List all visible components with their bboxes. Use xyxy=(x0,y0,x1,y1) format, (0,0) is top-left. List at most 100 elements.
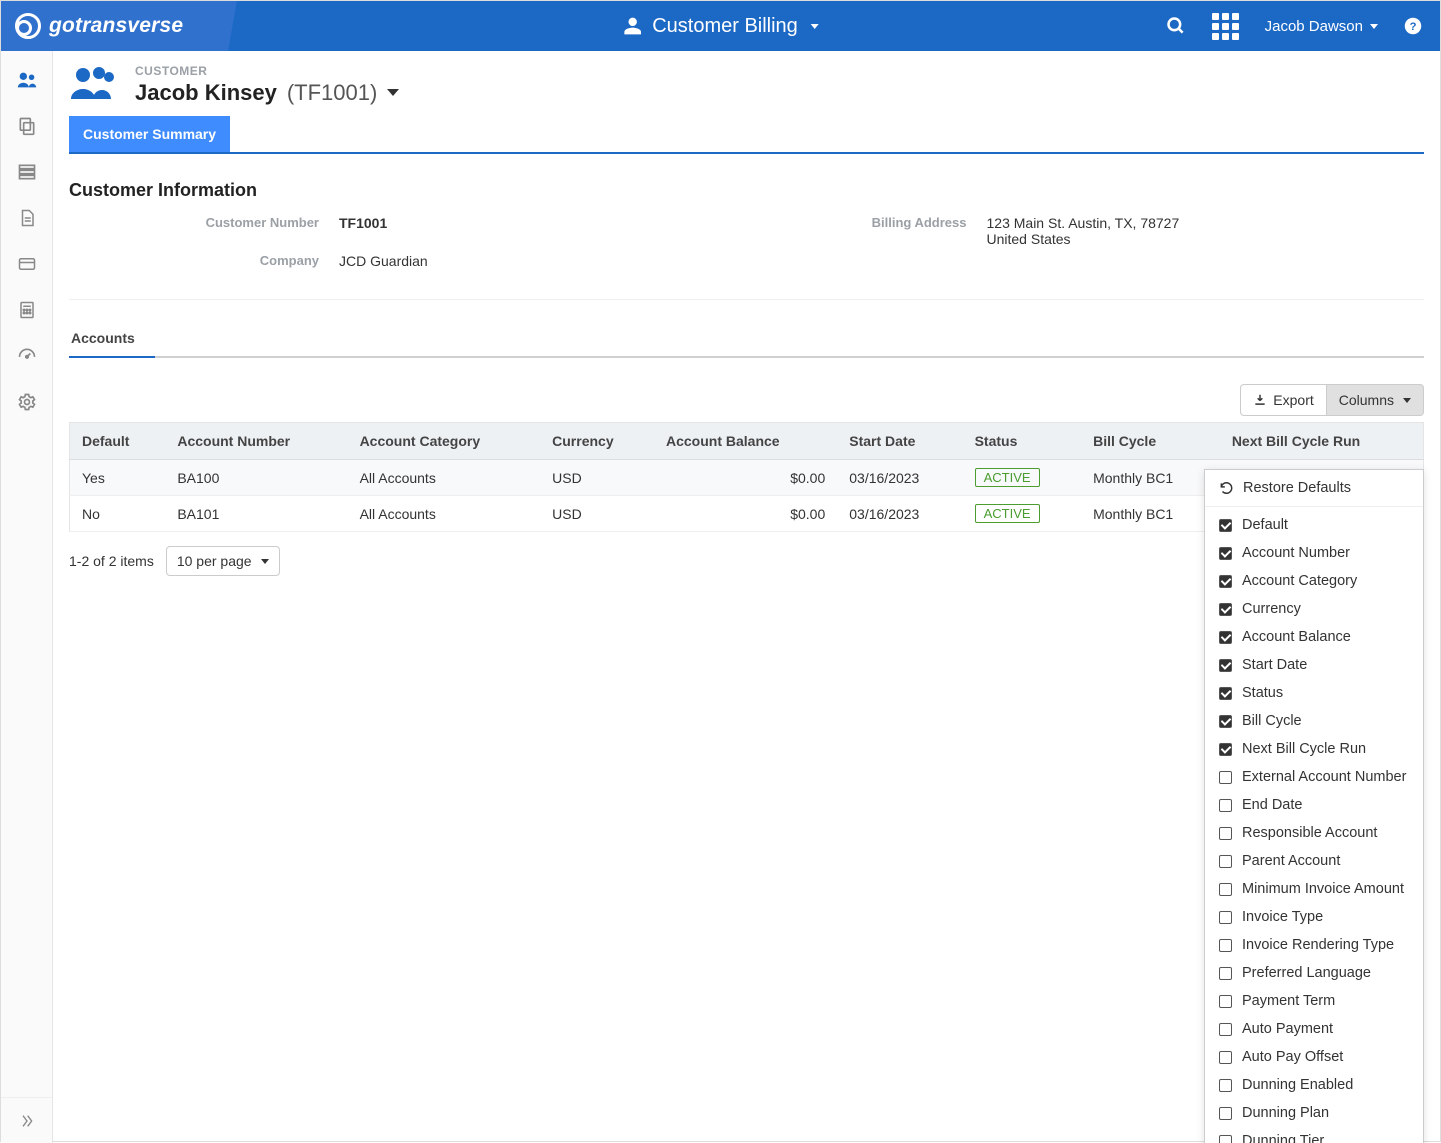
column-toggle[interactable]: Auto Pay Offset xyxy=(1205,1043,1423,1071)
checkbox-unchecked-icon xyxy=(1219,883,1232,896)
checkbox-unchecked-icon xyxy=(1219,1079,1232,1092)
caret-down-icon xyxy=(1403,398,1411,403)
column-toggle-label: Start Date xyxy=(1242,657,1307,673)
column-toggle[interactable]: Account Category xyxy=(1205,567,1423,595)
column-toggle[interactable]: Responsible Account xyxy=(1205,819,1423,847)
status-badge: ACTIVE xyxy=(975,468,1040,487)
main-content: CUSTOMER Jacob Kinsey (TF1001) Customer … xyxy=(53,51,1440,1143)
restore-defaults-label: Restore Defaults xyxy=(1243,480,1351,496)
rail-settings[interactable] xyxy=(1,379,53,425)
cell-account-category: All Accounts xyxy=(348,460,541,496)
column-toggle[interactable]: External Account Number xyxy=(1205,763,1423,791)
column-toggle-label: End Date xyxy=(1242,797,1302,813)
column-toggle[interactable]: Auto Payment xyxy=(1205,1015,1423,1043)
export-label: Export xyxy=(1273,392,1313,408)
column-toggle[interactable]: Account Number xyxy=(1205,539,1423,567)
column-toggle[interactable]: Dunning Tier xyxy=(1205,1127,1423,1143)
rail-document[interactable] xyxy=(1,195,53,241)
col-status[interactable]: Status xyxy=(963,423,1082,460)
user-name: Jacob Dawson xyxy=(1265,18,1363,35)
checkbox-checked-icon xyxy=(1219,687,1232,700)
col-bill-cycle[interactable]: Bill Cycle xyxy=(1081,423,1220,460)
column-toggle[interactable]: Dunning Enabled xyxy=(1205,1071,1423,1099)
left-rail xyxy=(1,51,53,1143)
label-customer-number: Customer Number xyxy=(99,215,339,253)
column-toggle[interactable]: Parent Account xyxy=(1205,847,1423,875)
column-toggle[interactable]: Invoice Type xyxy=(1205,903,1423,931)
cell-account-number: BA100 xyxy=(165,460,347,496)
column-toggle[interactable]: Start Date xyxy=(1205,651,1423,679)
context-menu[interactable]: Customer Billing xyxy=(622,15,819,38)
column-toggle[interactable]: Next Bill Cycle Run xyxy=(1205,735,1423,763)
restore-defaults[interactable]: Restore Defaults xyxy=(1205,470,1423,507)
column-toggle[interactable]: Bill Cycle xyxy=(1205,707,1423,735)
caret-down-icon xyxy=(1370,24,1378,29)
user-menu[interactable]: Jacob Dawson xyxy=(1265,18,1378,35)
rail-customers[interactable] xyxy=(1,57,53,103)
rail-dashboard[interactable] xyxy=(1,333,53,379)
checkbox-checked-icon xyxy=(1219,575,1232,588)
column-toggle[interactable]: Invoice Rendering Type xyxy=(1205,931,1423,959)
rail-servers[interactable] xyxy=(1,149,53,195)
column-toggle[interactable]: Currency xyxy=(1205,595,1423,623)
caret-down-icon xyxy=(261,559,269,564)
checkbox-unchecked-icon xyxy=(1219,911,1232,924)
checkbox-checked-icon xyxy=(1219,631,1232,644)
value-customer-number: TF1001 xyxy=(339,215,747,253)
cell-bill-cycle: Monthly BC1 xyxy=(1081,496,1220,532)
brand-logo-icon xyxy=(15,13,41,39)
checkbox-unchecked-icon xyxy=(1219,799,1232,812)
checkbox-checked-icon xyxy=(1219,743,1232,756)
page-size-selector[interactable]: 10 per page xyxy=(166,546,280,576)
checkbox-unchecked-icon xyxy=(1219,827,1232,840)
help-button[interactable]: ? xyxy=(1404,17,1422,35)
card-icon xyxy=(16,255,38,273)
col-currency[interactable]: Currency xyxy=(540,423,654,460)
column-toggle[interactable]: Default xyxy=(1205,511,1423,539)
apps-button[interactable] xyxy=(1212,13,1239,40)
column-toggle[interactable]: Minimum Invoice Amount xyxy=(1205,875,1423,903)
table-header-row: Default Account Number Account Category … xyxy=(70,423,1424,460)
column-toggle[interactable]: Account Balance xyxy=(1205,623,1423,651)
columns-button[interactable]: Columns xyxy=(1327,384,1424,416)
customer-name-dropdown[interactable]: Jacob Kinsey (TF1001) xyxy=(135,80,399,106)
column-toggle-label: Account Number xyxy=(1242,545,1350,561)
column-toggle[interactable]: Payment Term xyxy=(1205,987,1423,1015)
checkbox-checked-icon xyxy=(1219,603,1232,616)
checkbox-checked-icon xyxy=(1219,715,1232,728)
customer-info-title: Customer Information xyxy=(69,180,1424,201)
column-toggle-label: Auto Pay Offset xyxy=(1242,1049,1343,1065)
column-toggle[interactable]: Dunning Plan xyxy=(1205,1099,1423,1127)
col-account-balance[interactable]: Account Balance xyxy=(654,423,837,460)
column-toggle[interactable]: Preferred Language xyxy=(1205,959,1423,987)
column-toggle-label: Next Bill Cycle Run xyxy=(1242,741,1366,757)
brand[interactable]: gotransverse xyxy=(1,13,183,39)
cell-balance: $0.00 xyxy=(654,460,837,496)
col-account-number[interactable]: Account Number xyxy=(165,423,347,460)
export-button[interactable]: Export xyxy=(1240,384,1326,416)
user-icon xyxy=(622,16,642,36)
cell-start-date: 03/16/2023 xyxy=(837,496,962,532)
caret-down-icon xyxy=(811,24,819,29)
search-button[interactable] xyxy=(1166,16,1186,36)
column-toggle[interactable]: Status xyxy=(1205,679,1423,707)
column-toggle-label: Payment Term xyxy=(1242,993,1335,1009)
cell-currency: USD xyxy=(540,460,654,496)
columns-dropdown: Restore Defaults Default Account Number Ac… xyxy=(1204,469,1424,1143)
col-account-category[interactable]: Account Category xyxy=(348,423,541,460)
column-toggle-label: Currency xyxy=(1242,601,1301,617)
rail-card[interactable] xyxy=(1,241,53,287)
col-next-bill-cycle[interactable]: Next Bill Cycle Run xyxy=(1220,423,1424,460)
column-toggle-label: Responsible Account xyxy=(1242,825,1377,841)
rail-calculator[interactable] xyxy=(1,287,53,333)
col-default[interactable]: Default xyxy=(70,423,166,460)
subtab-accounts[interactable]: Accounts xyxy=(69,330,137,356)
column-toggle-label: Account Category xyxy=(1242,573,1357,589)
brand-text: gotransverse xyxy=(49,14,183,38)
rail-collapse-toggle[interactable] xyxy=(1,1097,52,1143)
label-billing-address: Billing Address xyxy=(747,215,987,253)
tab-customer-summary[interactable]: Customer Summary xyxy=(69,116,230,152)
rail-copy[interactable] xyxy=(1,103,53,149)
col-start-date[interactable]: Start Date xyxy=(837,423,962,460)
column-toggle[interactable]: End Date xyxy=(1205,791,1423,819)
